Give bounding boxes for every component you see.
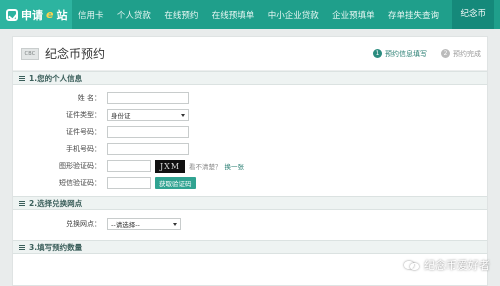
nav-item-online-booking[interactable]: 在线预约 [164,9,198,21]
progress-steps: 1 预约信息填写 2 预约完成 [373,49,481,59]
branch-select[interactable]: --请选择-- [107,218,181,230]
chevron-down-icon [181,113,185,117]
wechat-icon [404,259,420,271]
form-row-id-number: 证件号码： [13,124,487,140]
branch-form: 兑换网点： --请选择-- [13,210,487,240]
id-type-select[interactable]: 身份证 [107,109,189,121]
list-icon [19,200,25,206]
branch-label: 兑换网点： [66,220,101,228]
brand-logo[interactable]: 申请 e 站 [0,0,72,29]
captcha-label: 图形验证码： [59,162,101,170]
form-row-branch: 兑换网点： --请选择-- [13,216,487,232]
list-icon [19,244,25,250]
chevron-down-icon [173,222,177,226]
branch-value: --请选择-- [111,221,140,229]
name-label: 姓 名： [77,94,101,102]
nav-item-deposit-loss[interactable]: 存单挂失查询 [388,9,439,21]
check-icon [6,8,18,21]
nav-items: 信用卡 个人贷款 在线预约 在线预填单 中小企业贷款 企业预填单 存单挂失查询 … [72,0,500,29]
step-complete: 2 预约完成 [441,49,481,59]
phone-label: 手机号码： [66,145,101,153]
get-sms-code-button[interactable]: 获取验证码 [155,177,196,189]
section-quantity-header: 3.填写预约数量 [13,240,487,254]
watermark-text: 纪念币爱好者 [424,259,490,272]
app-window: 申请 e 站 信用卡 个人贷款 在线预约 在线预填单 中小企业贷款 企业预填单 存单… [0,0,500,286]
id-number-input[interactable] [107,126,189,138]
brand-prefix: 申请 [21,8,43,22]
brand-e: e [46,8,54,21]
phone-input[interactable] [107,143,189,155]
watermark: 纪念币爱好者 [404,257,490,273]
form-row-phone: 手机号码： [13,141,487,157]
step-number: 1 [373,49,382,58]
section-title: 3.填写预约数量 [29,242,83,252]
step-number: 2 [441,49,450,58]
form-row-sms: 短信验证码： 获取验证码 [13,175,487,191]
captcha-hint: 看不清楚？ [189,163,222,171]
page-title: 纪念币预约 [45,47,106,61]
captcha-refresh-link[interactable]: 换一张 [225,161,245,171]
section-title: 1.您的个人信息 [29,73,83,83]
form-row-name: 姓 名： [13,90,487,106]
sms-code-label: 短信验证码： [59,179,101,187]
list-icon [19,75,25,81]
form-row-captcha: 图形验证码： JXM 看不清楚？ 换一张 [13,158,487,174]
id-type-value: 身份证 [111,112,131,120]
booking-card: CBC 纪念币预约 1 预约信息填写 2 预约完成 1.您的个人信息 姓 名： [12,36,488,286]
form-row-id-type: 证件类型： 身份证 [13,107,487,123]
id-number-label: 证件号码： [66,128,101,136]
section-branch-header: 2.选择兑换网点 [13,196,487,210]
nav-item-enterprise-prefill[interactable]: 企业预填单 [332,9,375,21]
name-input[interactable] [107,92,189,104]
page-header-left: CBC 纪念币预约 [21,45,105,62]
step-label: 预约信息填写 [385,49,427,58]
nav-item-sme-loan[interactable]: 中小企业贷款 [268,9,319,21]
nav-item-credit-card[interactable]: 信用卡 [78,9,104,21]
personal-info-form: 姓 名： 证件类型： 身份证 证件号码： 手机号码： 图形验证码： JXM 看不… [13,85,487,196]
section-personal-info-header: 1.您的个人信息 [13,71,487,85]
captcha-image[interactable]: JXM [155,159,185,173]
nav-item-personal-loan[interactable]: 个人贷款 [117,9,151,21]
top-navigation: 申请 e 站 信用卡 个人贷款 在线预约 在线预填单 中小企业贷款 企业预填单 存单… [0,0,500,29]
brand-suffix: 站 [56,8,68,22]
step-fill-info: 1 预约信息填写 [373,49,427,59]
page-header: CBC 纪念币预约 1 预约信息填写 2 预约完成 [13,37,487,71]
nav-item-online-prefill[interactable]: 在线预填单 [212,9,255,21]
id-type-label: 证件类型： [66,111,101,119]
nav-item-commemorative-coin[interactable]: 纪念币 [452,0,494,29]
captcha-input[interactable] [107,160,151,172]
section-title: 2.选择兑换网点 [29,198,83,208]
bank-logo-icon: CBC [21,47,39,60]
sms-code-input[interactable] [107,177,151,189]
step-label: 预约完成 [453,49,481,58]
